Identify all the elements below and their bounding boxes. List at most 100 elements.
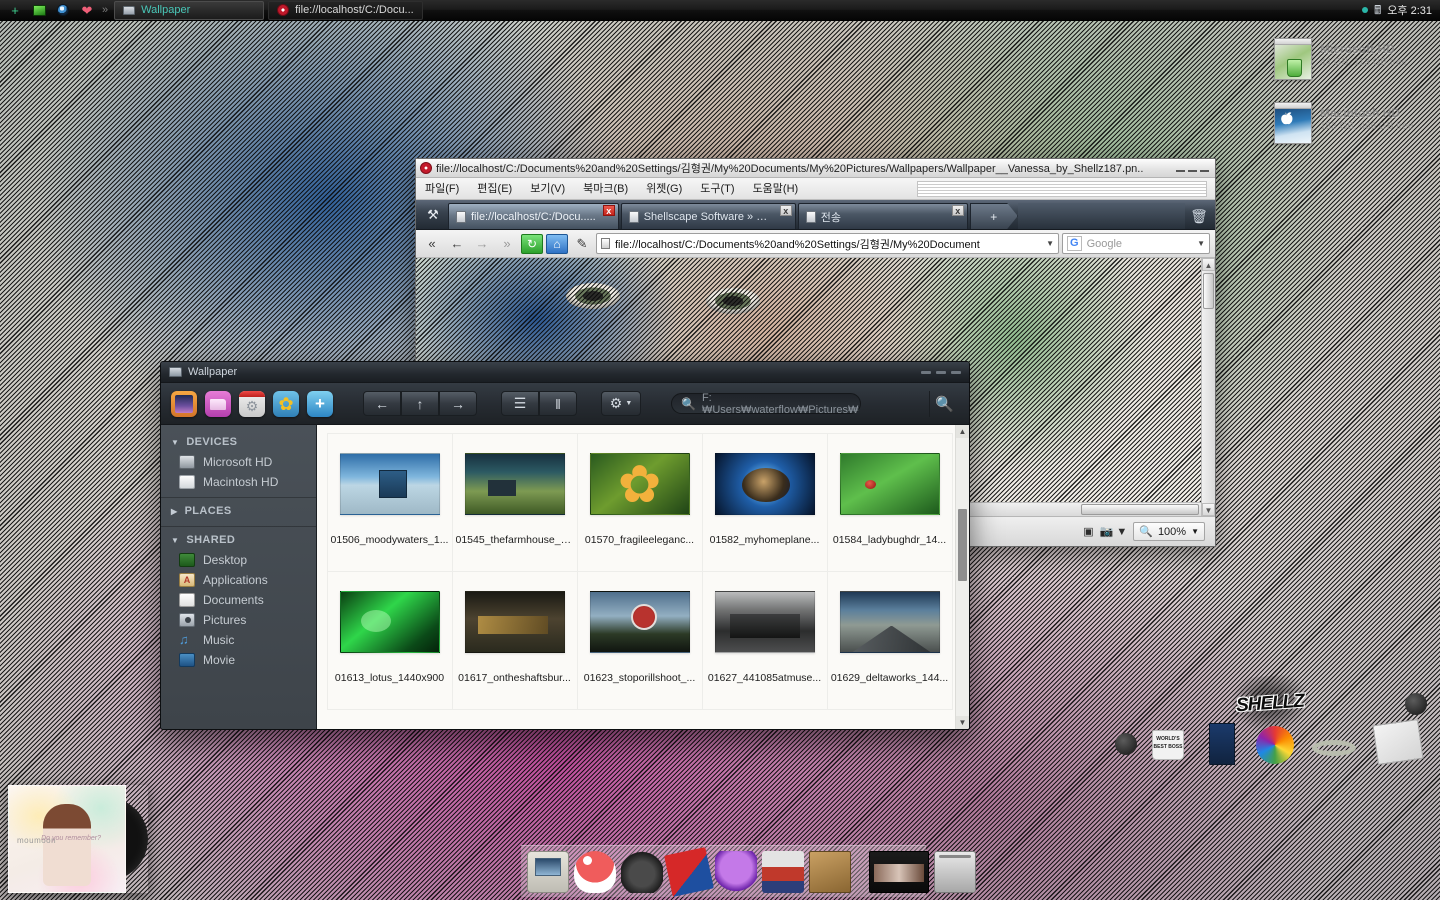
screen-icon[interactable] xyxy=(28,1,50,20)
album-art-widget[interactable]: moumoon Do you remember? xyxy=(8,785,148,893)
close-button[interactable] xyxy=(951,370,961,374)
desktop-icon-microsoft-hd[interactable]: Microsoft HD 44 GB, 113 GB free xyxy=(1274,38,1407,80)
file-item[interactable]: 01613_lotus_1440x900 xyxy=(326,570,453,710)
minimize-button[interactable] xyxy=(1176,170,1185,172)
chevron-down-icon[interactable]: ▼ xyxy=(1191,527,1199,536)
back-button[interactable]: ← xyxy=(363,391,401,416)
headphones-icon[interactable] xyxy=(621,850,663,893)
minimize-button[interactable] xyxy=(921,370,931,374)
maximize-button[interactable] xyxy=(1188,170,1197,172)
sidebar-item-applications[interactable]: Applications xyxy=(161,570,316,590)
window-controls[interactable] xyxy=(921,370,961,374)
trash-icon[interactable]: 🗑 xyxy=(1185,203,1213,229)
menu-view[interactable]: 보기(V) xyxy=(521,178,574,200)
file-item[interactable]: 01545_thefarmhouse_1... xyxy=(451,432,578,572)
scroll-up-icon[interactable]: ▲ xyxy=(956,425,969,438)
settings-gear-icon[interactable] xyxy=(239,390,265,417)
heart-icon[interactable]: ❤ xyxy=(76,1,98,20)
image-toggle-icon[interactable]: ▣ xyxy=(1083,525,1093,538)
back-icon[interactable]: ← xyxy=(446,234,468,254)
taskbar-clock[interactable]: 오후 2:31 xyxy=(1387,2,1432,18)
camera-icon[interactable]: 📷 ▼ xyxy=(1100,525,1128,538)
reload-icon[interactable]: ↻ xyxy=(521,233,543,254)
sidebar-item-microsoft-hd[interactable]: Microsoft HD xyxy=(161,452,316,472)
sidebar-header-shared[interactable]: ▼ SHARED xyxy=(161,529,316,550)
search-button[interactable]: 🔍 xyxy=(929,390,959,417)
file-grid-scrollbar[interactable]: ▲ ▼ xyxy=(955,425,969,729)
books-icon[interactable] xyxy=(664,846,714,897)
tools-wrench-icon[interactable]: ⚒ xyxy=(418,201,448,229)
scroll-thumb[interactable] xyxy=(1203,273,1214,309)
browser-tab-0[interactable]: file://localhost/C:/Docu..... x xyxy=(448,203,619,229)
menu-widgets[interactable]: 위젯(G) xyxy=(637,178,691,200)
window-controls[interactable] xyxy=(1176,164,1211,172)
mushroom-icon[interactable] xyxy=(574,850,616,893)
truck-icon[interactable] xyxy=(762,850,804,893)
browser-vertical-scrollbar[interactable]: ▲ ▼ xyxy=(1201,258,1215,516)
scroll-thumb[interactable] xyxy=(1081,504,1199,515)
file-item[interactable]: 01582_myhomeplane... xyxy=(701,432,828,572)
photo-sunflower-icon[interactable] xyxy=(273,390,299,417)
list-view-button[interactable]: ☰ xyxy=(501,391,539,416)
sidebar-item-desktop[interactable]: Desktop xyxy=(161,550,316,570)
file-manager-window[interactable]: Wallpaper ← ↑ → ☰ ‖ xyxy=(160,361,970,730)
classic-mac-icon[interactable] xyxy=(527,850,569,893)
sidebar-item-documents[interactable]: Documents xyxy=(161,590,316,610)
scroll-thumb[interactable] xyxy=(958,509,967,581)
home-icon[interactable]: ⌂ xyxy=(546,233,568,254)
menu-file[interactable]: 파일(F) xyxy=(416,178,468,200)
browser-tab-1[interactable]: Shellscape Software » R... x xyxy=(620,203,796,229)
chevron-down-icon[interactable]: ▼ xyxy=(1193,239,1205,248)
film-strip-icon[interactable] xyxy=(869,850,929,893)
file-item[interactable]: 01623_stoporillshoot_... xyxy=(576,570,703,710)
lightbulb-icon[interactable] xyxy=(715,850,757,893)
taskbar-task-wallpaper[interactable]: Wallpaper xyxy=(114,0,265,20)
file-item[interactable]: 01627_441085atmuse... xyxy=(701,570,828,710)
sidebar-item-pictures[interactable]: Pictures xyxy=(161,610,316,630)
new-tab-button[interactable]: + xyxy=(969,203,1018,229)
plus-icon[interactable]: + xyxy=(4,1,26,20)
folder-pink-icon[interactable] xyxy=(205,390,231,417)
zoom-control[interactable]: 🔍 100% ▼ xyxy=(1133,522,1205,541)
forward-button[interactable]: → xyxy=(439,391,477,416)
fast-back-icon[interactable]: « xyxy=(421,234,443,254)
network-signal-icon[interactable]: 🖩 xyxy=(1374,4,1381,16)
scroll-up-icon[interactable]: ▲ xyxy=(1202,258,1215,271)
tab-close-icon[interactable]: x xyxy=(951,205,964,216)
path-search-input[interactable]: 🔍 F:₩Users₩waterflow₩Pictures₩ xyxy=(671,392,861,416)
image-viewer-icon[interactable] xyxy=(171,390,197,417)
sidebar-item-macintosh-hd[interactable]: Macintosh HD xyxy=(161,472,316,492)
gear-menu-button[interactable]: ⚙ ▼ xyxy=(601,391,641,416)
tab-close-icon[interactable]: x xyxy=(779,205,792,216)
chevron-down-icon[interactable]: ▼ xyxy=(1042,239,1054,248)
scroll-down-icon[interactable]: ▼ xyxy=(1202,503,1215,516)
file-item[interactable]: 01617_ontheshaftsbur... xyxy=(451,570,578,710)
menu-tools[interactable]: 도구(T) xyxy=(691,178,743,200)
edit-pencil-icon[interactable]: ✎ xyxy=(571,234,593,254)
scroll-down-icon[interactable]: ▼ xyxy=(956,716,969,729)
browser-search-input[interactable]: G Google ▼ xyxy=(1062,233,1210,254)
sidebar-item-music[interactable]: Music xyxy=(161,630,316,650)
fast-forward-icon[interactable]: » xyxy=(496,234,518,254)
menu-bookmarks[interactable]: 북마크(B) xyxy=(574,178,637,200)
add-image-icon[interactable] xyxy=(307,390,333,417)
file-item[interactable]: 01570_fragileeleganc... xyxy=(576,432,703,572)
eye-icon[interactable] xyxy=(52,1,74,20)
maximize-button[interactable] xyxy=(936,370,946,374)
crate-icon[interactable] xyxy=(809,850,851,893)
trash-icon[interactable] xyxy=(934,850,976,893)
forward-icon[interactable]: → xyxy=(471,234,493,254)
tab-close-icon[interactable]: x xyxy=(602,205,615,216)
up-button[interactable]: ↑ xyxy=(401,391,439,416)
close-button[interactable] xyxy=(1200,170,1209,172)
browser-tab-2[interactable]: 전송 x xyxy=(797,203,968,229)
menu-edit[interactable]: 편집(E) xyxy=(468,178,521,200)
file-item[interactable]: 01584_ladybughdr_14... xyxy=(826,432,953,572)
column-view-button[interactable]: ‖ xyxy=(539,391,577,416)
file-item[interactable]: 01506_moodywaters_1... xyxy=(326,432,453,572)
overflow-chevron-icon[interactable]: » xyxy=(100,4,110,16)
desktop-icon-macintosh-hd[interactable]: Macintosh HD 153 GB, 466 GB free xyxy=(1274,102,1413,144)
sidebar-header-devices[interactable]: ▼ DEVICES xyxy=(161,431,316,452)
menu-help[interactable]: 도움말(H) xyxy=(744,178,808,200)
sidebar-header-places[interactable]: ▶ PLACES xyxy=(161,500,316,521)
